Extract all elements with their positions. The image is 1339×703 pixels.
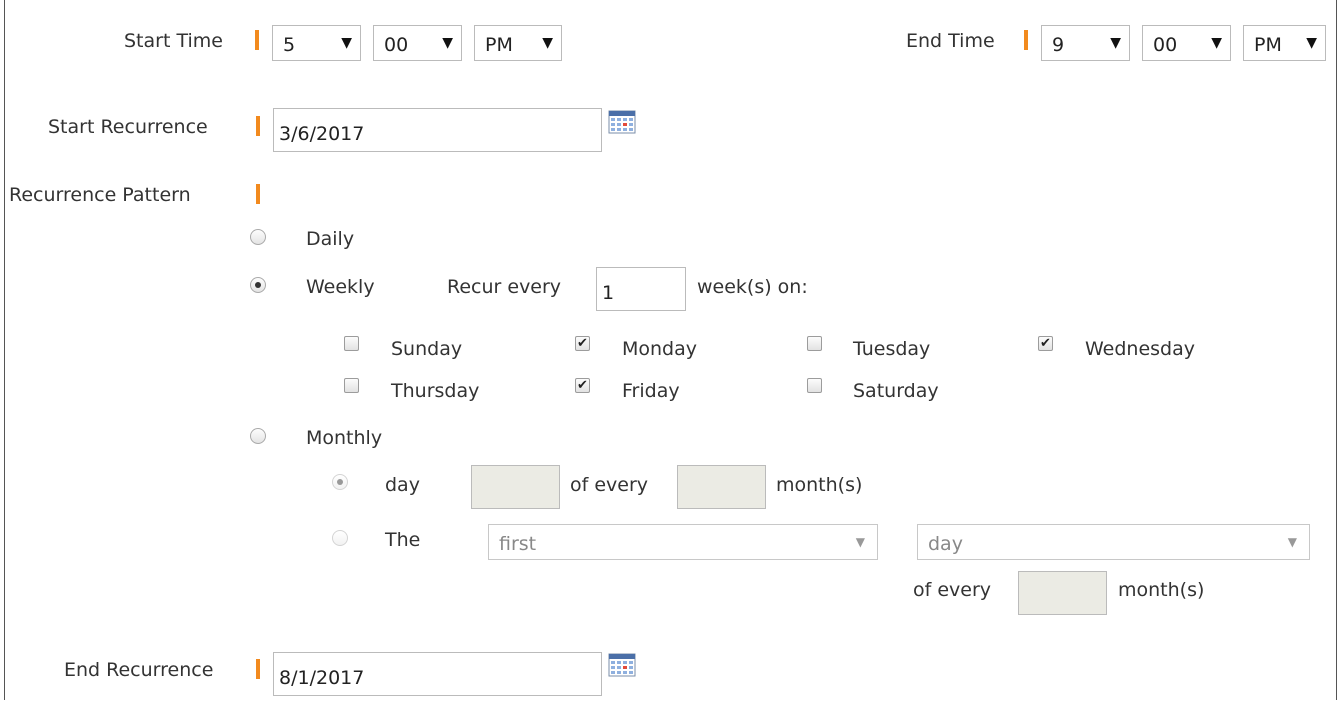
weekly-radio[interactable]: [250, 277, 266, 293]
of-every-label-2: of every: [913, 579, 992, 601]
monthly-every-input[interactable]: [677, 465, 766, 509]
required-marker: [256, 116, 260, 136]
start-hour-select[interactable]: 5 ▼: [272, 25, 361, 61]
saturday-checkbox[interactable]: [807, 378, 822, 393]
thursday-checkbox[interactable]: [344, 378, 359, 393]
wednesday-label: Wednesday: [1085, 338, 1196, 360]
weekday-select[interactable]: day ▼: [917, 524, 1310, 560]
monthly-day-radio[interactable]: [332, 474, 348, 490]
saturday-label: Saturday: [853, 380, 939, 402]
monday-checkbox[interactable]: ✔: [575, 336, 590, 351]
monthly-radio[interactable]: [250, 428, 266, 444]
end-hour-select[interactable]: 9 ▼: [1041, 25, 1130, 61]
required-marker: [256, 659, 260, 679]
thursday-label: Thursday: [391, 380, 480, 402]
start-ampm-select[interactable]: PM ▼: [474, 25, 562, 61]
start-ampm-value: PM: [485, 34, 513, 56]
friday-label: Friday: [622, 380, 680, 402]
monthly-label: Monthly: [306, 427, 383, 449]
required-marker: [1024, 30, 1028, 50]
months-label: month(s): [776, 474, 863, 496]
weekday-select-value: day: [928, 533, 963, 555]
start-recurrence-label: Start Recurrence: [48, 116, 208, 138]
sunday-label: Sunday: [391, 338, 463, 360]
ordinal-select-value: first: [499, 533, 537, 555]
recurrence-pattern-label: Recurrence Pattern: [9, 184, 191, 206]
chevron-down-icon: ▼: [341, 35, 352, 51]
chevron-down-icon: ▼: [442, 35, 453, 51]
weeks-on-label: week(s) on:: [697, 276, 808, 298]
weekly-label: Weekly: [306, 276, 375, 298]
daily-label: Daily: [306, 228, 355, 250]
wednesday-checkbox[interactable]: ✔: [1038, 336, 1053, 351]
daily-radio[interactable]: [250, 229, 266, 245]
start-hour-value: 5: [283, 34, 296, 56]
calendar-icon[interactable]: [608, 653, 636, 677]
required-marker: [256, 184, 260, 204]
monday-label: Monday: [622, 338, 698, 360]
end-recurrence-input[interactable]: 8/1/2017: [273, 652, 602, 696]
monthly-the-radio[interactable]: [332, 530, 348, 546]
tuesday-label: Tuesday: [853, 338, 931, 360]
monthly-the-label: The: [385, 529, 421, 551]
start-time-label: Start Time: [124, 30, 223, 52]
required-marker: [255, 30, 259, 50]
start-minute-value: 00: [384, 34, 409, 56]
sunday-checkbox[interactable]: [344, 336, 359, 351]
chevron-down-icon: ▼: [1306, 35, 1317, 51]
tuesday-checkbox[interactable]: [807, 336, 822, 351]
end-recurrence-label: End Recurrence: [64, 659, 214, 681]
monthly-day-label: day: [385, 474, 420, 496]
chevron-down-icon: ▼: [1110, 35, 1121, 51]
friday-checkbox[interactable]: ✔: [575, 378, 590, 393]
chevron-down-icon: ▼: [1211, 35, 1222, 51]
chevron-down-icon: ▼: [1287, 535, 1297, 549]
end-time-label: End Time: [906, 30, 995, 52]
monthly-day-input[interactable]: [471, 465, 560, 509]
start-minute-select[interactable]: 00 ▼: [373, 25, 462, 61]
recur-every-input[interactable]: 1: [596, 267, 686, 311]
chevron-down-icon: ▼: [855, 535, 865, 549]
end-ampm-select[interactable]: PM ▼: [1243, 25, 1326, 61]
monthly-every-input-2[interactable]: [1018, 571, 1107, 615]
calendar-icon[interactable]: [608, 110, 636, 134]
start-recurrence-input[interactable]: 3/6/2017: [273, 108, 602, 152]
end-ampm-value: PM: [1254, 34, 1282, 56]
chevron-down-icon: ▼: [542, 35, 553, 51]
ordinal-select[interactable]: first ▼: [488, 524, 878, 560]
end-minute-value: 00: [1153, 34, 1178, 56]
of-every-label: of every: [570, 474, 649, 496]
recur-every-label: Recur every: [447, 276, 562, 298]
months-label-2: month(s): [1118, 579, 1205, 601]
end-hour-value: 9: [1052, 34, 1065, 56]
end-minute-select[interactable]: 00 ▼: [1142, 25, 1231, 61]
